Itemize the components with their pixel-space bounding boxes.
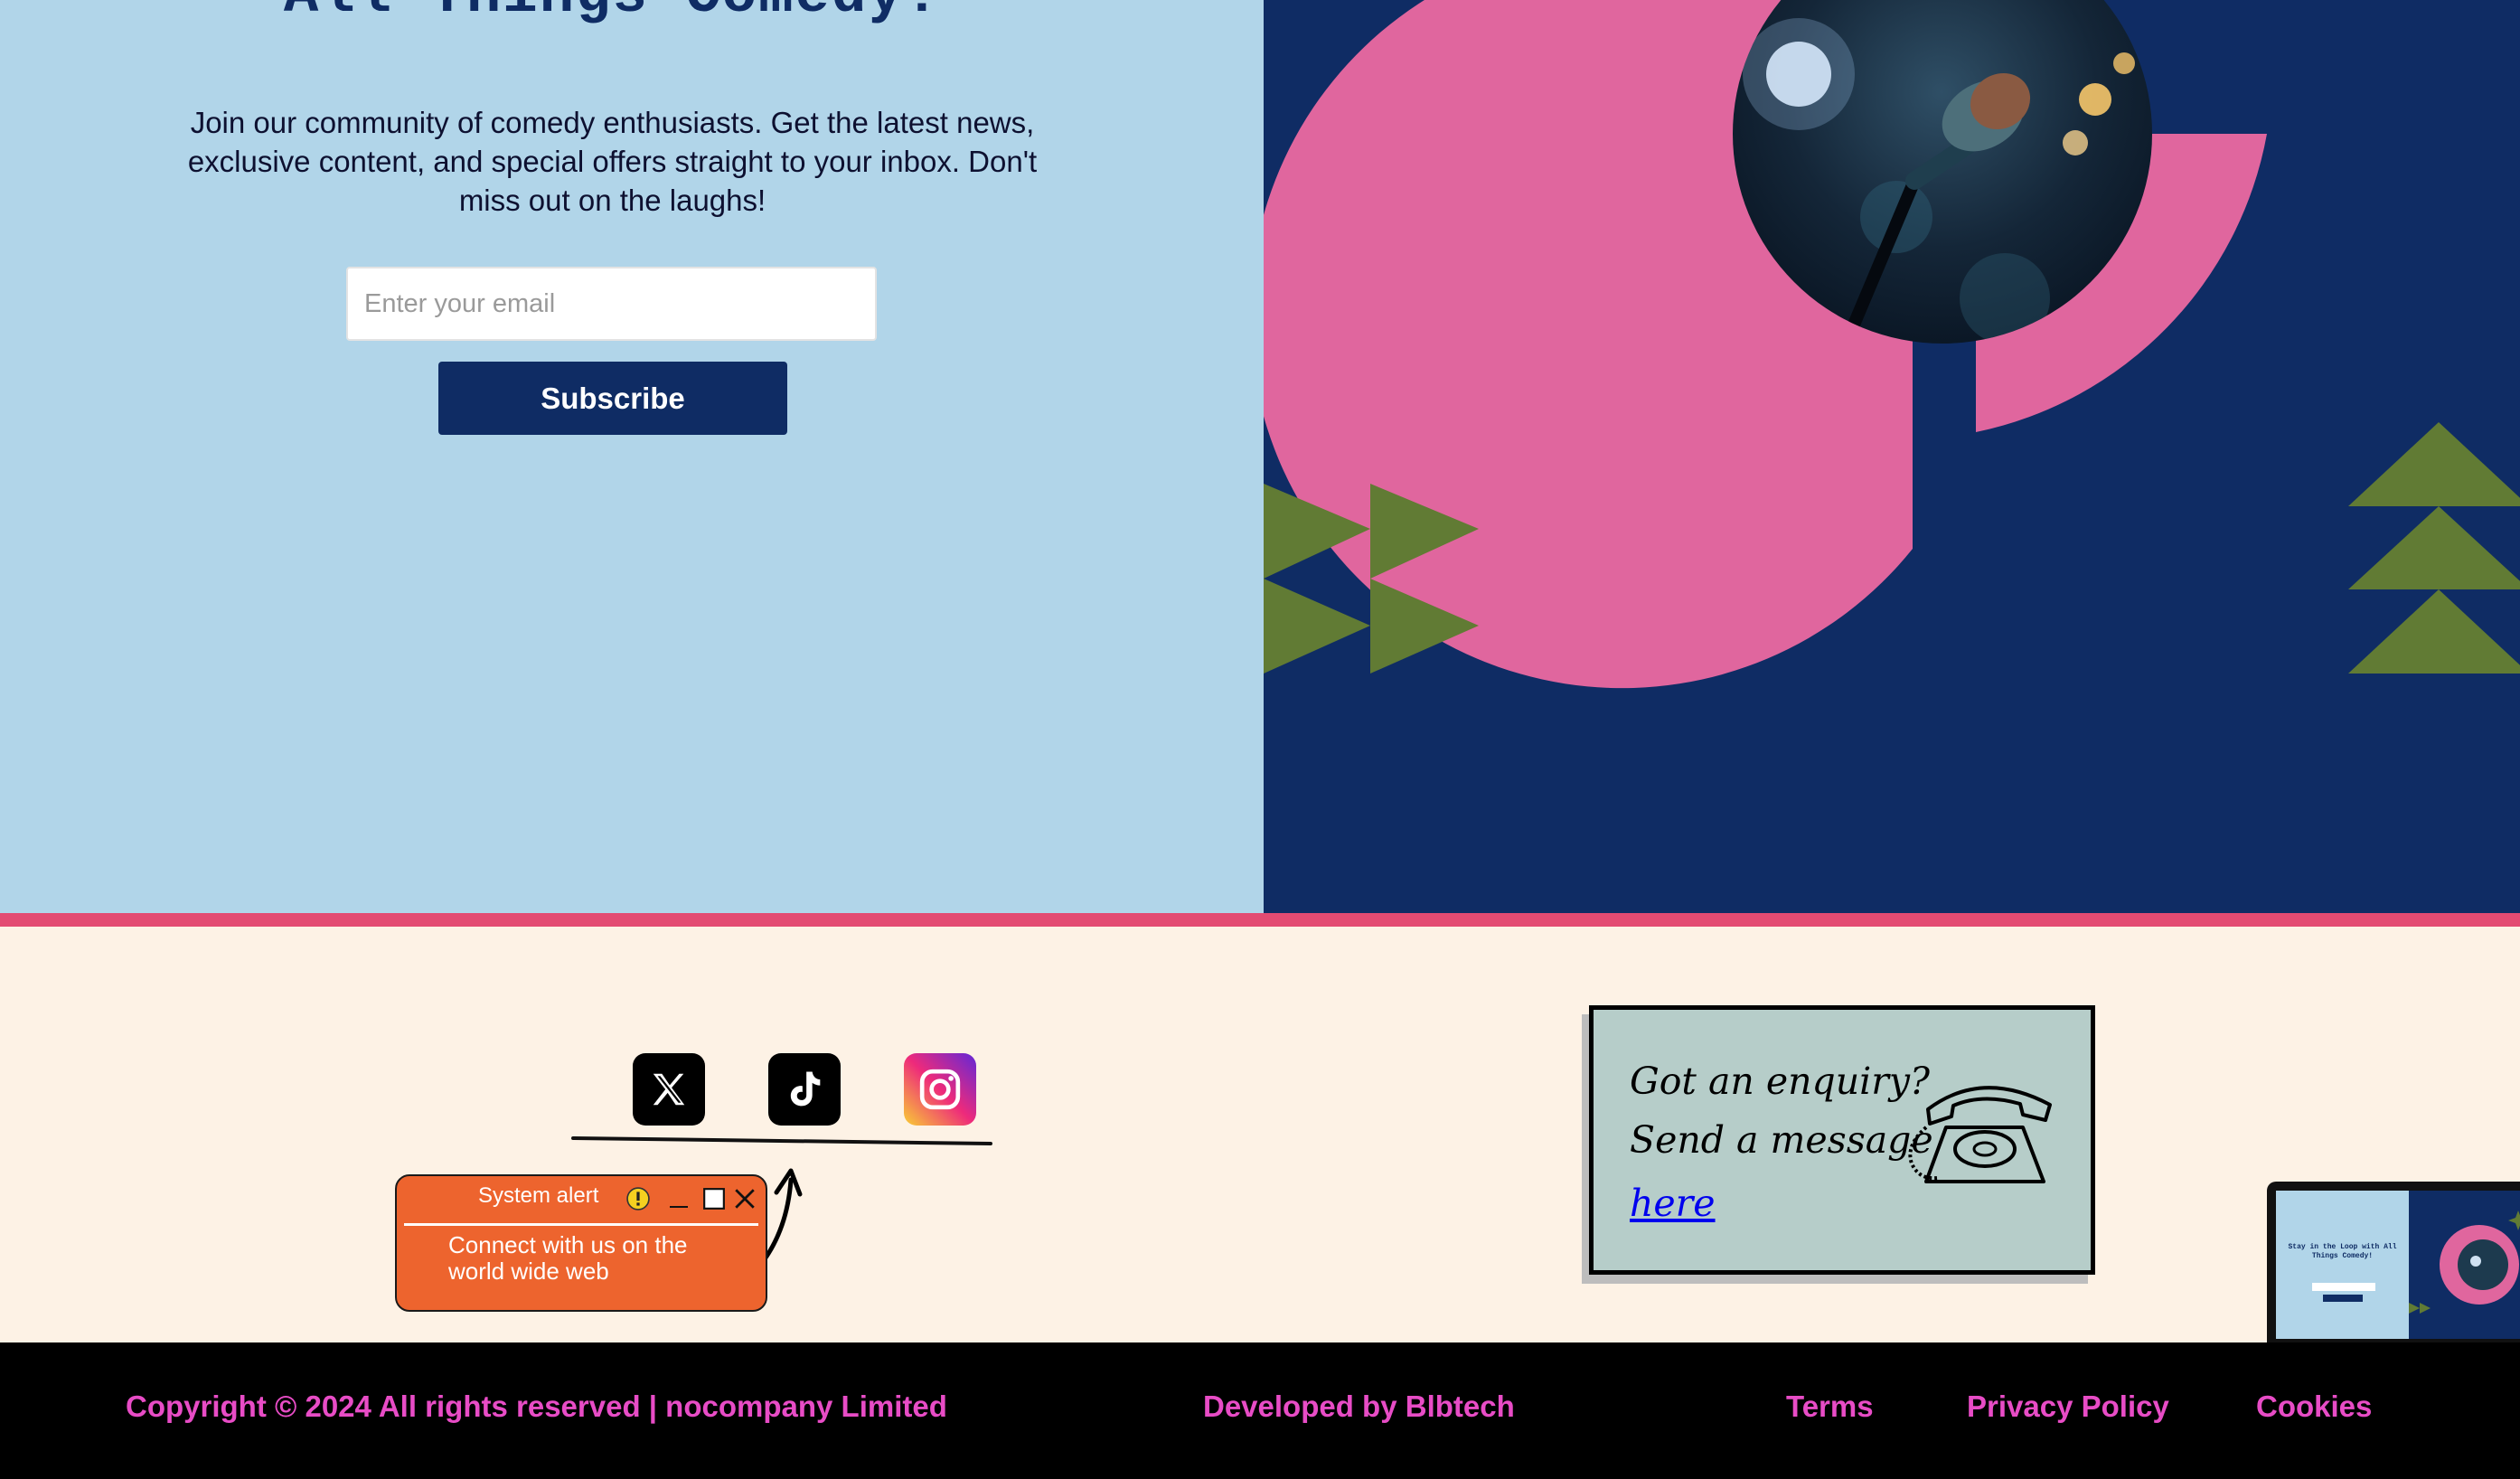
- enquiry-line-2: Send a message: [1630, 1118, 1933, 1162]
- section-divider: [0, 913, 2520, 927]
- preview-button: [2323, 1295, 2363, 1302]
- social-underline: [571, 1136, 992, 1145]
- preview-heading: Stay in the Loop with All Things Comedy!: [2288, 1243, 2397, 1260]
- copyright-text: Copyright © 2024 All rights reserved | n…: [126, 1390, 947, 1423]
- preview-right: [2409, 1191, 2520, 1339]
- subscribe-button[interactable]: Subscribe: [438, 362, 787, 435]
- developer-credit[interactable]: Developed by Blbtech: [1203, 1390, 1515, 1424]
- footer-contact-area: System alert Connect with us on the worl…: [0, 927, 2520, 1342]
- telephone-icon: [1908, 1086, 2052, 1183]
- green-stacked-triangles: [2348, 422, 2520, 674]
- system-alert: System alert Connect with us on the worl…: [395, 1174, 767, 1312]
- instagram-icon[interactable]: [904, 1053, 976, 1126]
- alert-body: Connect with us on the world wide web: [448, 1231, 688, 1285]
- footer-link-terms[interactable]: Terms: [1786, 1390, 1874, 1424]
- x-icon[interactable]: [633, 1053, 705, 1126]
- footer-bar: Copyright © 2024 All rights reserved | n…: [0, 1342, 2520, 1479]
- newsletter-heading: All Things Comedy!: [0, 0, 1225, 29]
- email-input[interactable]: [346, 267, 877, 341]
- enquiry-link[interactable]: here: [1630, 1182, 1716, 1225]
- preview-email: [2312, 1283, 2375, 1291]
- enquiry-card: Got an enquiry? Send a message here: [1589, 1005, 2095, 1275]
- footer-link-cookies[interactable]: Cookies: [2256, 1390, 2372, 1424]
- site-preview-thumbnail[interactable]: Stay in the Loop with All Things Comedy!: [2267, 1182, 2520, 1342]
- minimize-icon[interactable]: [668, 1189, 690, 1211]
- newsletter-section: All Things Comedy! Join our community of…: [0, 0, 1264, 913]
- close-icon[interactable]: [733, 1187, 757, 1211]
- warning-icon: [626, 1187, 650, 1211]
- alert-divider: [404, 1223, 758, 1226]
- newsletter-intro: Join our community of comedy enthusiasts…: [187, 106, 1038, 217]
- maximize-icon[interactable]: [702, 1187, 726, 1211]
- hero-graphic: [1264, 0, 2520, 689]
- alert-title: System alert: [478, 1183, 599, 1208]
- preview-left: Stay in the Loop with All Things Comedy!: [2276, 1191, 2409, 1339]
- hero-graphic-panel: [1264, 0, 2520, 913]
- footer-link-privacy[interactable]: Privacy Policy: [1967, 1390, 2169, 1424]
- tiktok-icon[interactable]: [768, 1053, 841, 1126]
- enquiry-line-1: Got an enquiry?: [1630, 1060, 1931, 1103]
